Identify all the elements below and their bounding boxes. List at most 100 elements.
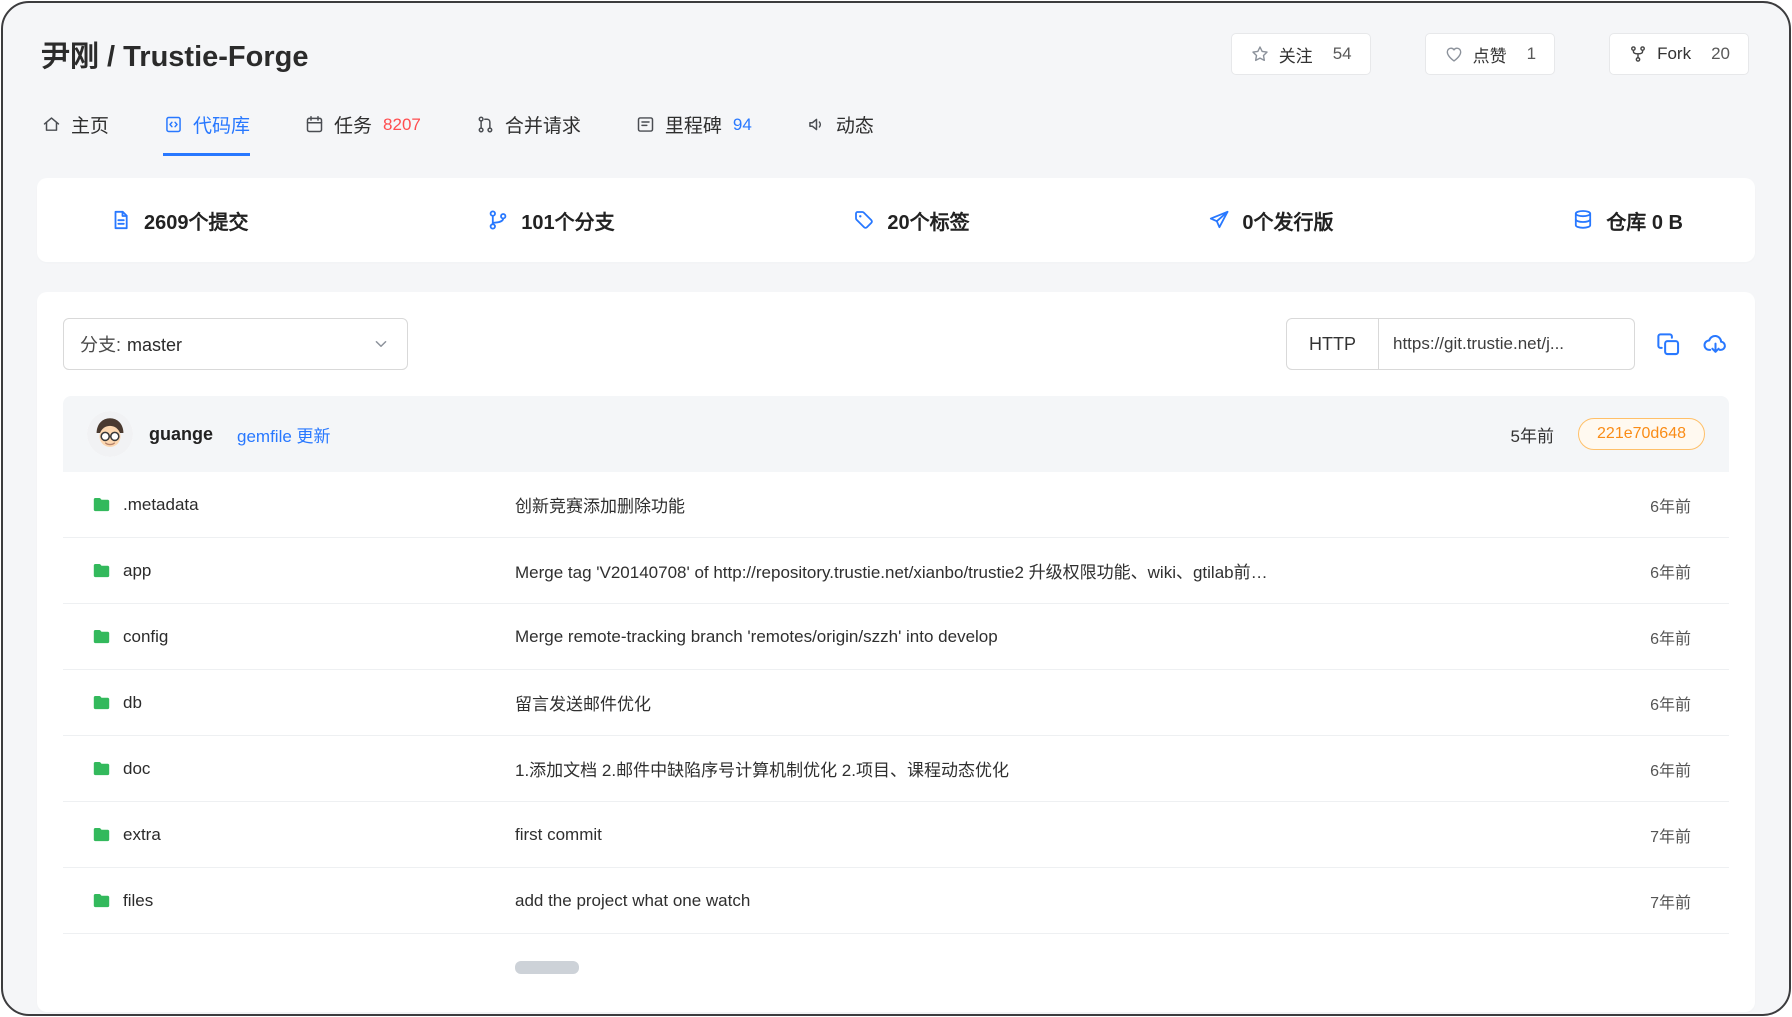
clone-url-input[interactable] — [1379, 318, 1635, 370]
file-name: extra — [123, 825, 161, 845]
folder-icon — [91, 494, 112, 515]
milestone-icon — [635, 114, 656, 135]
file-name-cell[interactable]: extra — [63, 824, 515, 845]
folder-icon — [91, 890, 112, 911]
branch-selector-text: 分支: master — [80, 331, 182, 357]
commits-icon — [109, 208, 133, 232]
tab-tasks-count: 8207 — [383, 115, 421, 135]
file-commit-time: 6年前 — [1579, 691, 1729, 715]
chevron-down-icon — [371, 334, 391, 354]
folder-icon — [91, 626, 112, 647]
stat-repo-size[interactable]: 仓库 0 B — [1571, 206, 1683, 235]
fork-button[interactable]: Fork 20 — [1609, 33, 1749, 75]
stat-repo-size-label: 仓库 0 B — [1606, 206, 1683, 235]
tab-activity[interactable]: 动态 — [806, 111, 874, 156]
file-commit-time: 6年前 — [1579, 625, 1729, 649]
commit-message-link[interactable]: gemfile 更新 — [237, 422, 331, 447]
folder-icon — [91, 824, 112, 845]
latest-commit-bar: guange gemfile 更新 5年前 221e70d648 — [63, 396, 1729, 472]
task-icon — [304, 114, 325, 135]
tab-tasks-label: 任务 — [334, 111, 372, 138]
file-commit-time: 6年前 — [1579, 757, 1729, 781]
stat-commits[interactable]: 2609个提交 — [109, 206, 249, 235]
file-name-cell[interactable]: doc — [63, 758, 515, 779]
file-commit-message[interactable]: Merge tag 'V20140708' of http://reposito… — [515, 558, 1579, 583]
stat-releases[interactable]: 0个发行版 — [1207, 206, 1333, 235]
file-name-cell[interactable]: .metadata — [63, 494, 515, 515]
repo-size-icon — [1571, 208, 1595, 232]
file-name: app — [123, 561, 151, 581]
tab-merge-requests[interactable]: 合并请求 — [475, 111, 581, 156]
table-row: .metadata 创新竞赛添加删除功能 6年前 — [63, 472, 1729, 538]
file-name-cell[interactable]: config — [63, 626, 515, 647]
file-commit-time: 7年前 — [1579, 889, 1729, 913]
activity-icon — [806, 114, 827, 135]
header-actions: 关注 54 点赞 1 Fork 20 — [1231, 33, 1749, 75]
watch-button[interactable]: 关注 54 — [1231, 33, 1371, 75]
file-name: doc — [123, 759, 150, 779]
file-commit-time: 7年前 — [1579, 823, 1729, 847]
folder-icon — [91, 692, 112, 713]
table-row: doc 1.添加文档 2.邮件中缺陷序号计算机制优化 2.项目、课程动态优化 6… — [63, 736, 1729, 802]
stat-branches[interactable]: 101个分支 — [486, 206, 614, 235]
branch-selector[interactable]: 分支: master — [63, 318, 408, 370]
file-name-cell[interactable]: files — [63, 890, 515, 911]
tab-milestones-count: 94 — [733, 115, 752, 135]
watch-count: 54 — [1333, 44, 1352, 64]
file-name: config — [123, 627, 168, 647]
tab-activity-label: 动态 — [836, 111, 874, 138]
file-commit-message[interactable]: 创新竞赛添加删除功能 — [515, 492, 1579, 517]
tab-tasks[interactable]: 任务 8207 — [304, 111, 421, 156]
app-window: 尹刚 / Trustie-Forge 关注 54 点赞 1 For — [1, 1, 1791, 1016]
file-commit-message[interactable]: first commit — [515, 825, 1579, 845]
repo-nav-tabs: 主页 代码库 任务 8207 合并请求 里程碑 94 — [3, 111, 1789, 156]
clone-controls: HTTP — [1286, 318, 1729, 370]
file-name-cell[interactable]: db — [63, 692, 515, 713]
branch-value: master — [127, 335, 182, 355]
file-commit-message[interactable]: 留言发送邮件优化 — [515, 690, 1579, 715]
like-count: 1 — [1527, 44, 1536, 64]
folder-icon — [91, 758, 112, 779]
download-cloud-icon[interactable] — [1702, 331, 1729, 358]
tab-code-repo[interactable]: 代码库 — [163, 111, 250, 156]
code-repo-icon — [163, 114, 184, 135]
fork-icon — [1628, 44, 1648, 64]
table-row: extra first commit 7年前 — [63, 802, 1729, 868]
tag-icon — [852, 208, 876, 232]
file-name: files — [123, 891, 153, 911]
branch-icon — [486, 208, 510, 232]
protocol-http-button[interactable]: HTTP — [1286, 318, 1379, 370]
table-row: config Merge remote-tracking branch 'rem… — [63, 604, 1729, 670]
tab-milestones[interactable]: 里程碑 94 — [635, 111, 752, 156]
file-name: db — [123, 693, 142, 713]
table-row: db 留言发送邮件优化 6年前 — [63, 670, 1729, 736]
commit-meta: 5年前 221e70d648 — [1511, 418, 1705, 450]
heart-icon — [1444, 44, 1464, 64]
page-header: 尹刚 / Trustie-Forge 关注 54 点赞 1 For — [3, 3, 1789, 75]
fork-count: 20 — [1711, 44, 1730, 64]
watch-label: 关注 — [1279, 42, 1313, 67]
file-name-cell[interactable]: app — [63, 560, 515, 581]
avatar[interactable] — [87, 411, 133, 457]
home-icon — [41, 114, 62, 135]
branch-label: 分支: — [80, 335, 121, 355]
stat-tags-label: 20个标签 — [887, 206, 969, 235]
table-row-partial — [63, 934, 1729, 1000]
file-commit-time: 6年前 — [1579, 493, 1729, 517]
stat-branches-label: 101个分支 — [521, 206, 614, 235]
tab-home[interactable]: 主页 — [41, 111, 109, 156]
commit-author[interactable]: guange — [149, 424, 213, 445]
file-commit-message[interactable]: Merge remote-tracking branch 'remotes/or… — [515, 627, 1579, 647]
copy-icon[interactable] — [1655, 331, 1682, 358]
tab-home-label: 主页 — [71, 111, 109, 138]
table-row: app Merge tag 'V20140708' of http://repo… — [63, 538, 1729, 604]
file-commit-time: 6年前 — [1579, 559, 1729, 583]
commit-sha-badge[interactable]: 221e70d648 — [1578, 418, 1705, 450]
file-commit-message[interactable]: add the project what one watch — [515, 891, 1579, 911]
stat-tags[interactable]: 20个标签 — [852, 206, 969, 235]
file-commit-message[interactable]: 1.添加文档 2.邮件中缺陷序号计算机制优化 2.项目、课程动态优化 — [515, 756, 1579, 781]
folder-icon — [91, 560, 112, 581]
tab-milestones-label: 里程碑 — [665, 111, 722, 138]
like-button[interactable]: 点赞 1 — [1425, 33, 1555, 75]
repo-card: 分支: master HTTP — [37, 292, 1755, 1012]
